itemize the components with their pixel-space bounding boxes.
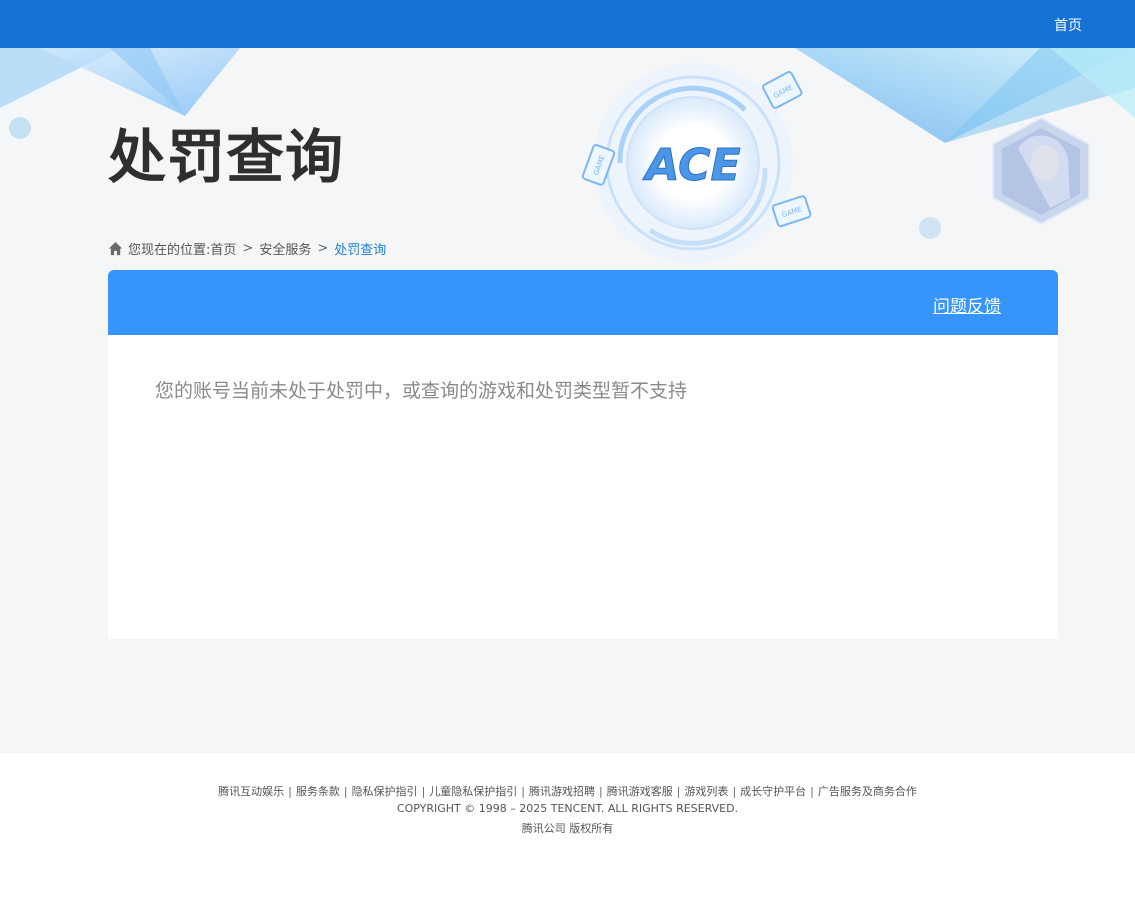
breadcrumb-security-link[interactable]: 安全服务 [259, 239, 311, 258]
nav-home-link[interactable]: 首页 [1054, 15, 1082, 35]
footer-link[interactable]: 隐私保护指引 [352, 785, 418, 798]
footer-link[interactable]: 游戏列表 [684, 785, 728, 798]
breadcrumb: 您现在的位置: 首页 > 安全服务 > 处罚查询 [108, 239, 387, 258]
footer-link[interactable]: 腾讯游戏客服 [607, 785, 673, 798]
footer-separator: | [732, 785, 737, 798]
footer-copyright: COPYRIGHT © 1998 – 2025 TENCENT. ALL RIG… [396, 802, 739, 815]
footer-links: 腾讯互动娱乐 | 服务条款 | 隐私保护指引 | 儿童隐私保护指引 | 腾讯游戏招聘 | 腾讯游戏客… [0, 783, 1135, 799]
footer-company: 腾讯公司 版权所有 [521, 822, 614, 835]
breadcrumb-separator: > [242, 240, 254, 256]
top-nav-bar: 首页 [0, 0, 1135, 48]
result-panel-body: 您的账号当前未处于处罚中，或查询的游戏和处罚类型暂不支持 [108, 335, 1058, 639]
breadcrumb-current: 处罚查询 [334, 242, 387, 258]
breadcrumb-separator: > [317, 240, 329, 256]
feedback-link[interactable]: 问题反馈 [933, 292, 1001, 317]
footer-link[interactable]: 成长守护平台 [740, 785, 806, 798]
footer-separator: | [676, 785, 681, 798]
footer-link[interactable]: 广告服务及商务合作 [818, 785, 917, 798]
footer-separator: | [599, 785, 603, 798]
breadcrumb-home-link[interactable]: 首页 [210, 239, 236, 258]
result-panel-header: 问题反馈 [108, 270, 1058, 335]
footer-separator: | [288, 785, 292, 798]
page-title: 处罚查询 [108, 123, 345, 191]
footer: 腾讯互动娱乐 | 服务条款 | 隐私保护指引 | 儿童隐私保护指引 | 腾讯游戏招聘 | 腾讯游戏客… [0, 753, 1135, 902]
footer-link[interactable]: 腾讯游戏招聘 [529, 785, 595, 798]
svg-text:ACE: ACE [642, 140, 740, 191]
footer-link[interactable]: 腾讯互动娱乐 [218, 785, 284, 798]
footer-separator: | [343, 785, 348, 798]
footer-separator: | [810, 785, 814, 798]
footer-link[interactable]: 服务条款 [296, 785, 340, 798]
footer-separator: | [521, 785, 525, 798]
breadcrumb-prefix: 您现在的位置: [128, 242, 211, 258]
footer-separator: | [421, 785, 426, 798]
result-message: 您的账号当前未处于处罚中，或查询的游戏和处罚类型暂不支持 [155, 380, 688, 402]
footer-link[interactable]: 儿童隐私保护指引 [429, 785, 517, 798]
home-icon [108, 241, 123, 255]
